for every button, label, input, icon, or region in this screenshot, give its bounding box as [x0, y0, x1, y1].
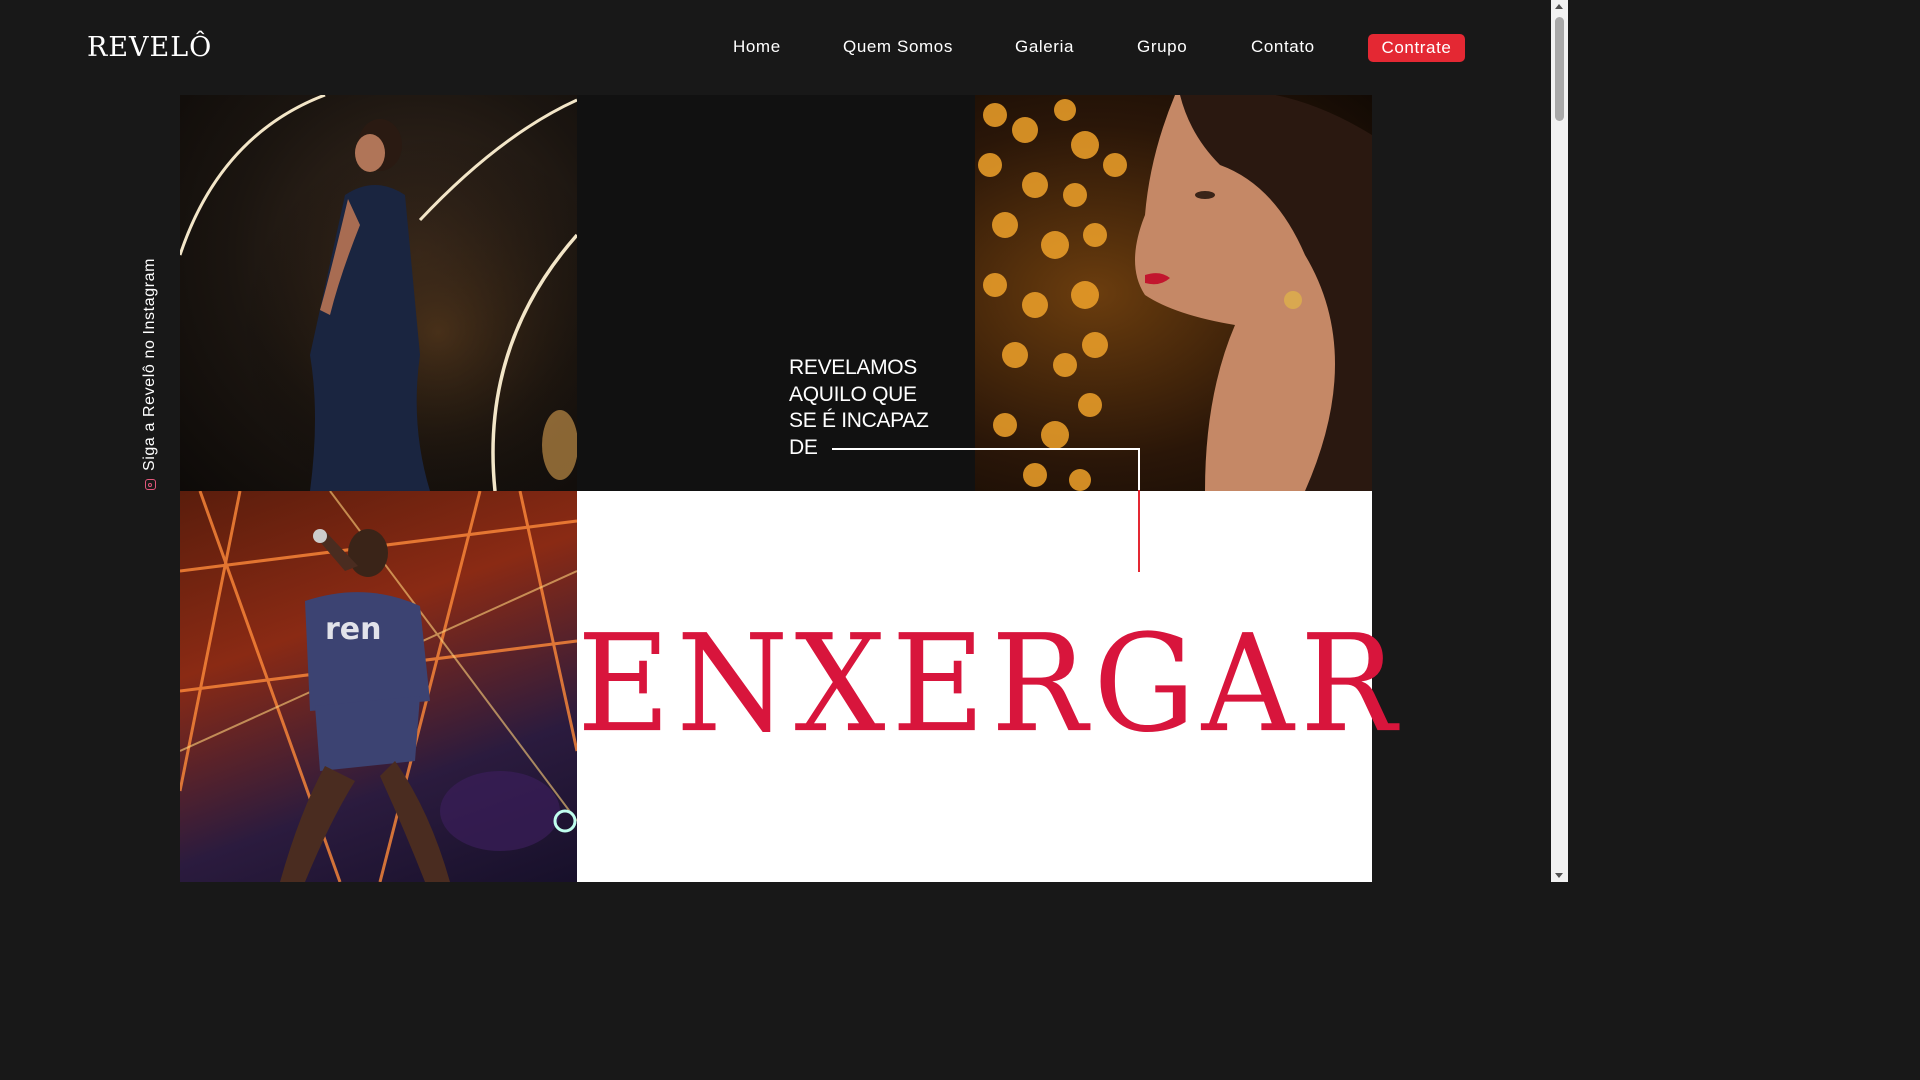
tagline-line-2: AQUILO QUE — [789, 382, 917, 406]
photo-stage-performer: ren — [180, 491, 577, 882]
tagline-line-3: SE É INCAPAZ — [789, 409, 929, 432]
hero-headline: ENXERGAR — [577, 606, 1403, 763]
contrate-button[interactable]: Contrate — [1368, 34, 1465, 62]
instagram-icon — [144, 479, 156, 490]
photo-stage-performer-art: ren — [180, 491, 577, 882]
connector-line-horizontal — [832, 448, 1139, 450]
scrollbar-thumb[interactable] — [1555, 17, 1564, 121]
nav-galeria[interactable]: Galeria — [1015, 33, 1074, 61]
scroll-down-arrow-icon[interactable] — [1555, 873, 1563, 878]
connector-line-vertical — [1138, 448, 1140, 572]
page-scrollbar[interactable] — [1551, 0, 1568, 882]
nav-contato[interactable]: Contato — [1251, 33, 1315, 61]
page: REVELÔ Home Quem Somos Galeria Grupo Con… — [0, 0, 1568, 882]
photo-woman-gown-art — [180, 95, 577, 491]
instagram-follow-link[interactable]: Siga a Revelô no Instagram — [139, 240, 161, 490]
instagram-follow-text: Siga a Revelô no Instagram — [141, 257, 158, 471]
nav-home[interactable]: Home — [733, 33, 781, 61]
svg-text:ren: ren — [325, 612, 382, 647]
photo-woman-profile — [975, 95, 1372, 491]
tagline-line-1: REVELAMOS — [789, 356, 918, 379]
scroll-up-arrow-icon[interactable] — [1555, 4, 1563, 9]
nav-grupo[interactable]: Grupo — [1137, 33, 1187, 61]
instagram-follow-inner: Siga a Revelô no Instagram — [139, 240, 161, 490]
nav-quem-somos[interactable]: Quem Somos — [843, 33, 953, 61]
photo-woman-profile-art — [978, 95, 1372, 491]
main-nav: Home Quem Somos Galeria Grupo Contato — [0, 33, 1568, 63]
hero-tagline: REVELAMOS AQUILO QUE SE É INCAPAZ DE — [789, 355, 959, 461]
photo-woman-gown — [180, 95, 577, 491]
